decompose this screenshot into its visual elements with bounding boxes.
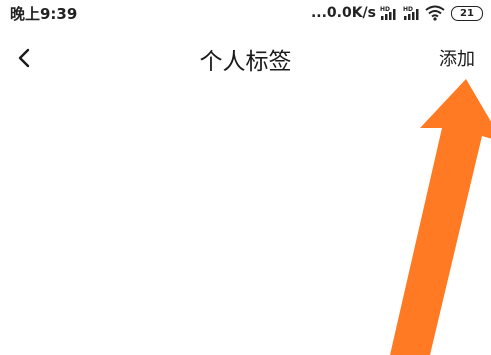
hd-signal-icon: HD (402, 5, 422, 21)
nav-bar: 个人标签 添加 (0, 38, 491, 78)
battery-icon: 21 (451, 5, 483, 21)
hd-signal-icon: HD (379, 5, 399, 21)
svg-text:HD: HD (403, 6, 413, 13)
status-time: 晚上9:39 (10, 5, 78, 23)
network-speed: ...0.0K/s (310, 5, 376, 21)
page-title: 个人标签 (199, 49, 292, 75)
status-bar: 晚上9:39 ...0.0K/s HD HD 21 (0, 0, 491, 26)
status-icons: ...0.0K/s HD HD 21 (311, 3, 483, 23)
wifi-icon (425, 5, 445, 21)
add-button[interactable]: 添加 (439, 45, 475, 71)
arrow-shape (390, 79, 491, 355)
svg-text:HD: HD (380, 6, 390, 13)
